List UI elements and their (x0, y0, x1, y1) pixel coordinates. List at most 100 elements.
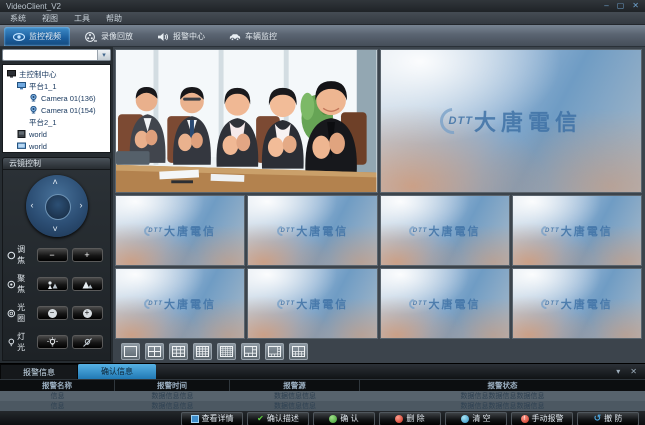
datang-watermark: DTT大唐電信 (381, 269, 509, 338)
confirm-description-button[interactable]: ✔ 确认描述 (247, 412, 309, 425)
focus-row-label: 聚焦 (7, 273, 33, 295)
video-tile-idle[interactable]: DTT大唐電信 (512, 268, 642, 339)
ptz-right-arrow[interactable]: › (80, 201, 83, 210)
tree-item-camera-136[interactable]: Camera 01(136) (5, 92, 108, 104)
focus-far-icon (82, 280, 93, 289)
layout-4-button[interactable] (145, 343, 164, 360)
layout-25-button[interactable] (217, 343, 236, 360)
crescent-logo-icon (407, 296, 421, 310)
device-search-combobox[interactable]: ▾ (2, 49, 111, 61)
collapse-icon[interactable]: ▾ (616, 367, 620, 376)
monitor-icon (7, 70, 16, 78)
video-tile-idle[interactable]: DTT大唐電信 (247, 195, 377, 266)
maximize-button[interactable]: ▢ (617, 1, 625, 11)
close-panel-icon[interactable]: ✕ (630, 367, 637, 376)
camera-icon (29, 106, 38, 114)
clear-icon (461, 415, 469, 423)
tab-vehicle-monitor[interactable]: 车辆监控 (220, 27, 286, 46)
light-off-button[interactable] (72, 335, 103, 349)
video-grid: DTT 大唐電信 DTT大唐電信 DTT大唐電信 DTT大唐電信 DTT大唐電信… (115, 49, 642, 339)
tree-item-world-2[interactable]: world (5, 140, 108, 152)
ptz-down-arrow[interactable]: ˅ (53, 225, 58, 234)
ptz-up-arrow[interactable]: ˄ (53, 178, 58, 187)
crescent-logo-icon (539, 296, 553, 310)
tab-playback[interactable]: 录像回放 (76, 27, 142, 46)
main-area: ▾ 主控制中心 平台1_1 Camera 01(136) Camera 01(1… (0, 47, 645, 363)
tab-label: 车辆监控 (245, 31, 277, 42)
layout-9-button[interactable] (169, 343, 188, 360)
menu-system[interactable]: 系统 (10, 13, 26, 24)
video-tile-idle[interactable]: DTT大唐電信 (380, 195, 510, 266)
ptz-left-arrow[interactable]: ‹ (31, 201, 34, 210)
light-on-button[interactable] (37, 335, 68, 349)
eye-icon (13, 32, 25, 42)
device-tree: 主控制中心 平台1_1 Camera 01(136) Camera 01(154… (2, 64, 111, 153)
ptz-panel: ˄ ˅ ‹ › 调焦 − + 聚焦 (2, 169, 111, 361)
focus-near-button[interactable] (37, 277, 68, 291)
server-icon (17, 130, 26, 138)
menu-help[interactable]: 帮助 (106, 13, 122, 24)
datang-watermark: DTT大唐電信 (116, 196, 244, 265)
clear-button[interactable]: 清 空 (445, 412, 507, 425)
video-tile-idle[interactable]: DTT大唐電信 (115, 268, 245, 339)
menu-tools[interactable]: 工具 (74, 13, 90, 24)
tree-item-control-center[interactable]: 主控制中心 (5, 68, 108, 80)
table-row[interactable]: 信息 数据信息信息 数据信息信息 数据信息数据信息数据信息 (0, 401, 645, 411)
tab-label: 报警信息 (23, 367, 55, 378)
layout-6-button[interactable] (241, 343, 260, 360)
zoom-ring-icon (7, 251, 16, 260)
tab-label: 报警中心 (173, 31, 205, 42)
grid-9-icon (172, 346, 185, 357)
delete-button[interactable]: 删 除 (379, 412, 441, 425)
ptz-panel-header: 云镜控制 (2, 157, 111, 169)
tree-item-platform1[interactable]: 平台1_1 (5, 80, 108, 92)
tab-alarm-center[interactable]: 报警中心 (148, 27, 214, 46)
disarm-icon: ↺ (594, 413, 602, 424)
disarm-button[interactable]: ↺ 撤 防 (577, 412, 639, 425)
tree-item-world-1[interactable]: world (5, 128, 108, 140)
video-tile-idle[interactable]: DTT大唐電信 (380, 268, 510, 339)
tab-monitor-video[interactable]: 监控视频 (4, 27, 70, 46)
close-button[interactable]: ✕ (632, 1, 639, 11)
chevron-down-icon[interactable]: ▾ (97, 50, 110, 60)
menu-view[interactable]: 视图 (42, 13, 58, 24)
datang-watermark: DTT大唐電信 (248, 269, 376, 338)
minimize-button[interactable]: – (604, 1, 608, 11)
video-tile-live[interactable] (115, 49, 378, 193)
focus-far-button[interactable] (72, 277, 103, 291)
confirm-button[interactable]: 确 认 (313, 412, 375, 425)
car-icon (229, 32, 241, 42)
grid-1-icon (124, 346, 137, 357)
check-icon: ✔ (257, 414, 264, 423)
tab-confirm-info[interactable]: 确认信息 (78, 364, 156, 379)
light-on-icon (47, 337, 58, 348)
tab-alarm-info[interactable]: 报警信息 (0, 364, 78, 379)
film-reel-icon (85, 32, 97, 42)
layout-8-button[interactable] (265, 343, 284, 360)
tree-item-platform2[interactable]: 平台2_1 (5, 116, 108, 128)
manual-alarm-button[interactable]: ! 手动报警 (511, 412, 573, 425)
iris-close-button[interactable]: − (37, 306, 68, 320)
iris-open-button[interactable]: + (72, 306, 103, 320)
zoom-out-button[interactable]: − (37, 248, 68, 262)
layout-switch-bar (115, 339, 642, 363)
light-off-icon (82, 337, 93, 348)
table-row[interactable]: 信息 数据信息信息 数据信息信息 数据信息数据信息数据信息 (0, 391, 645, 401)
view-detail-button[interactable]: 查看详情 (181, 412, 243, 425)
video-tile-idle[interactable]: DTT 大唐電信 (380, 49, 643, 193)
video-tile-idle[interactable]: DTT大唐電信 (115, 195, 245, 266)
datang-watermark: DTT大唐電信 (513, 269, 641, 338)
layout-16-button[interactable] (193, 343, 212, 360)
video-tile-idle[interactable]: DTT大唐電信 (512, 195, 642, 266)
ptz-dpad[interactable]: ˄ ˅ ‹ › (26, 175, 88, 237)
layout-10-button[interactable] (289, 343, 308, 360)
left-panel: ▾ 主控制中心 平台1_1 Camera 01(136) Camera 01(1… (0, 47, 113, 363)
tree-label: Camera 01(136) (41, 94, 96, 103)
col-alarm-time: 报警时间 (115, 380, 230, 391)
layout-1-button[interactable] (121, 343, 140, 360)
zoom-in-button[interactable]: + (72, 248, 103, 262)
tree-item-camera-154[interactable]: Camera 01(154) (5, 104, 108, 116)
video-tile-idle[interactable]: DTT大唐電信 (247, 268, 377, 339)
crescent-logo-icon (434, 103, 471, 140)
grid-6-icon (244, 346, 257, 357)
